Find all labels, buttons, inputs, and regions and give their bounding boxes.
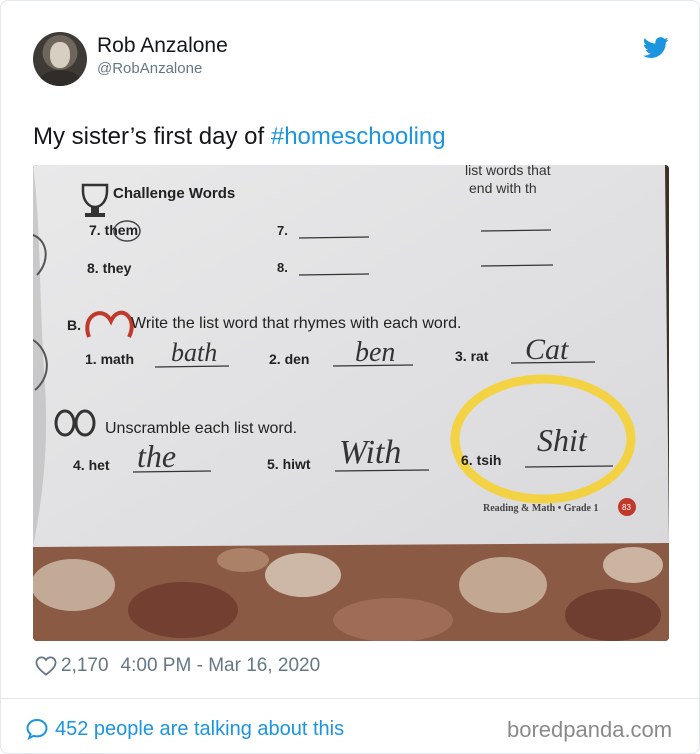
- worksheet-footer: Reading & Math • Grade 1: [483, 503, 598, 514]
- timestamp[interactable]: 4:00 PM - Mar 16, 2020: [121, 655, 321, 677]
- author-name[interactable]: Rob Anzalone: [97, 34, 228, 58]
- rhyme-answer-1: bath: [171, 338, 217, 367]
- section-b-instruction: Write the list word that rhymes with eac…: [131, 315, 462, 332]
- challenge-item-3: 7.: [277, 223, 288, 238]
- talking-link[interactable]: 452 people are talking about this: [25, 717, 344, 741]
- rhyme-prompt-2: 2. den: [269, 351, 309, 367]
- like-count[interactable]: 2,170: [61, 655, 109, 677]
- avatar-shirt: [39, 70, 81, 86]
- heart-icon[interactable]: [35, 656, 57, 676]
- rhyme-prompt-1: 1. math: [85, 351, 134, 367]
- tweet-photo[interactable]: Challenge Words list words that end with…: [33, 165, 669, 641]
- talking-text: 452 people are talking about this: [55, 717, 345, 740]
- tweet-meta: 2,170 4:00 PM - Mar 16, 2020: [35, 655, 320, 677]
- unscramble-prompt-2: 5. hiwt: [267, 456, 311, 472]
- challenge-item-2: 8. they: [87, 260, 132, 276]
- header-right-line1: list words that: [465, 165, 551, 178]
- rhyme-answer-3: Cat: [525, 333, 569, 366]
- author-handle[interactable]: @RobAnzalone: [97, 60, 202, 77]
- unscramble-prompt-3: 6. tsih: [461, 452, 501, 468]
- challenge-item-4: 8.: [277, 260, 288, 275]
- worksheet-photo: Challenge Words list words that end with…: [33, 165, 669, 641]
- watermark: boredpanda.com: [507, 717, 673, 742]
- twitter-bird-icon[interactable]: [643, 37, 669, 59]
- rhyme-prompt-3: 3. rat: [455, 348, 489, 364]
- avatar[interactable]: [33, 32, 87, 86]
- unscramble-instruction: Unscramble each list word.: [105, 420, 297, 437]
- challenge-title: Challenge Words: [113, 185, 235, 202]
- avatar-face: [50, 42, 70, 68]
- rhyme-answer-2: ben: [355, 337, 395, 368]
- divider: [1, 698, 699, 699]
- unscramble-answer-1: the: [137, 438, 176, 474]
- unscramble-answer-3: Shit: [537, 422, 588, 458]
- hashtag-link[interactable]: #homeschooling: [271, 123, 446, 150]
- tweet-text-body: My sister’s first day of: [33, 123, 271, 150]
- tweet-card: Rob Anzalone @RobAnzalone My sister’s fi…: [0, 0, 700, 754]
- tweet-text: My sister’s first day of #homeschooling: [33, 123, 446, 151]
- page-number: 83: [622, 503, 631, 512]
- unscramble-answer-2: With: [339, 434, 401, 471]
- section-b-label: B.: [67, 317, 81, 333]
- speech-bubble-icon: [26, 718, 48, 740]
- unscramble-prompt-1: 4. het: [73, 457, 110, 473]
- header-right-line2: end with th: [469, 180, 537, 196]
